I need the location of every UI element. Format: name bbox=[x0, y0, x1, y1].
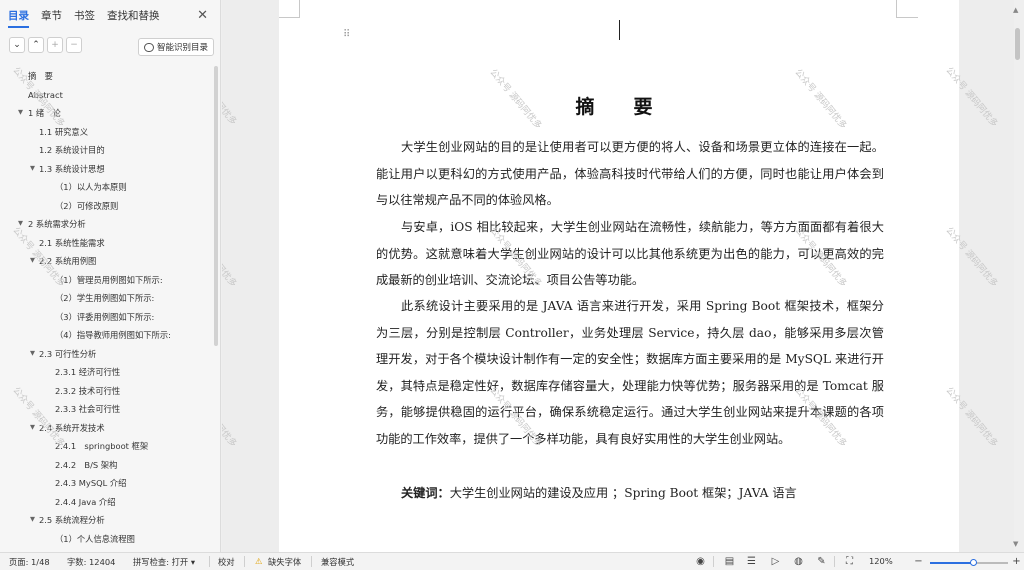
fit-page-icon[interactable]: ⛶ bbox=[843, 555, 856, 568]
toc-item[interactable]: （1）个人信息流程图 bbox=[55, 532, 135, 546]
toc-item[interactable]: 2.3.1 经济可行性 bbox=[55, 365, 120, 379]
margin-mark-left bbox=[299, 0, 300, 18]
page-title: 摘 要 bbox=[575, 96, 663, 118]
toc-item[interactable]: 2.1 系统性能需求 bbox=[39, 236, 105, 250]
toc-item[interactable]: 2.3.3 社会可行性 bbox=[55, 402, 120, 416]
divider bbox=[834, 556, 835, 567]
plus-icon[interactable]: + bbox=[47, 37, 63, 53]
toc-item[interactable]: 1.2 系统设计目的 bbox=[39, 143, 105, 157]
compat-mode-label: 兼容模式 bbox=[321, 557, 355, 567]
abstract-paragraph-2: 与安卓，iOS 相比较起来，大学生创业网站在流畅性，续航能力，等方方面面都有着很… bbox=[376, 220, 884, 288]
pen-icon[interactable]: ✎ bbox=[815, 555, 828, 568]
watermark-text: 公众号 源码阿优多 bbox=[222, 226, 239, 290]
sidebar-tabs: 目录 章节 书签 查找和替换 bbox=[0, 0, 220, 30]
toc-item[interactable]: （2）学生用例图如下所示: bbox=[55, 291, 154, 305]
outline-view-icon[interactable]: ☰ bbox=[745, 555, 758, 568]
watermark-text: 公众号 源码阿优多 bbox=[222, 386, 239, 450]
chevron-down-icon[interactable]: ⌄ bbox=[9, 37, 25, 53]
toc-item[interactable]: 2.5 系统流程分析 bbox=[39, 513, 105, 527]
close-icon[interactable]: ✕ bbox=[197, 8, 208, 23]
globe-icon[interactable]: ◍ bbox=[792, 555, 805, 568]
play-icon[interactable]: ▷ bbox=[769, 555, 782, 568]
zoom-in-icon[interactable]: + bbox=[1010, 555, 1023, 568]
divider bbox=[244, 556, 245, 567]
margin-mark-right-h bbox=[896, 17, 918, 18]
expand-caret-icon[interactable]: ▼ bbox=[30, 164, 35, 172]
toc-item[interactable]: （1）以人为本原则 bbox=[55, 180, 127, 194]
zoom-slider[interactable] bbox=[930, 559, 1008, 566]
spell-check-toggle[interactable]: 拼写检查: 打开 ▾ bbox=[133, 556, 195, 568]
missing-font-button[interactable]: 缺失字体 bbox=[268, 556, 301, 568]
zoom-slider-knob[interactable] bbox=[969, 559, 977, 566]
page-count[interactable]: 页面: 1/48 bbox=[9, 556, 50, 568]
margin-mark-right bbox=[896, 0, 897, 18]
margin-mark-left-h bbox=[279, 17, 300, 18]
text-cursor bbox=[619, 20, 620, 40]
document-scrollbar[interactable] bbox=[1015, 28, 1020, 60]
word-count[interactable]: 字数: 12404 bbox=[67, 556, 115, 568]
smart-recognize-icon bbox=[144, 42, 154, 52]
zoom-level[interactable]: 120% bbox=[869, 556, 893, 566]
minus-icon[interactable]: − bbox=[66, 37, 82, 53]
toc-item[interactable]: （4）指导教师用例图如下所示: bbox=[55, 328, 171, 342]
tab-find-replace[interactable]: 查找和替换 bbox=[107, 8, 160, 23]
toc-item[interactable]: （3）评委用例图如下所示: bbox=[55, 310, 154, 324]
chevron-up-icon[interactable]: ⌃ bbox=[28, 37, 44, 53]
document-area: ⠿ 摘 要 大学生创业网站的目的是让使用者可以更方便的将人、设备和场景更立体的连… bbox=[222, 0, 1014, 552]
abstract-paragraph-3: 此系统设计主要采用的是 JAVA 语言来进行开发，采用 Spring Boot … bbox=[376, 299, 884, 446]
toc-item[interactable]: 2.3 可行性分析 bbox=[39, 347, 96, 361]
drag-handle-icon[interactable]: ⠿ bbox=[343, 29, 350, 40]
abstract-paragraph-1: 大学生创业网站的目的是让使用者可以更方便的将人、设备和场景更立体的连接在一起。能… bbox=[376, 140, 884, 208]
toc-item[interactable]: （1）管理员用例图如下所示: bbox=[55, 273, 163, 287]
expand-caret-icon[interactable]: ▼ bbox=[30, 423, 35, 431]
divider bbox=[209, 556, 210, 567]
tab-bookmarks[interactable]: 书签 bbox=[74, 8, 95, 23]
smart-toc-button[interactable]: 智能识别目录 bbox=[138, 38, 215, 56]
scroll-up-icon[interactable]: ▲ bbox=[1013, 6, 1018, 14]
document-page[interactable]: ⠿ 摘 要 大学生创业网站的目的是让使用者可以更方便的将人、设备和场景更立体的连… bbox=[222, 0, 959, 552]
toc-item[interactable]: 1.1 研究意义 bbox=[39, 125, 88, 139]
status-bar: 页面: 1/48 字数: 12404 拼写检查: 打开 ▾ 校对 ⚠ 缺失字体 … bbox=[0, 552, 1024, 570]
toc-item[interactable]: 2.4.1 springboot 框架 bbox=[55, 439, 148, 453]
divider bbox=[713, 556, 714, 567]
keywords-line: 关键词：大学生创业网站的建设及应用 ；Spring Boot 框架；JAVA 语… bbox=[376, 480, 884, 507]
proofread-button[interactable]: 校对 bbox=[218, 556, 235, 568]
zoom-slider-fill bbox=[930, 562, 973, 564]
expand-caret-icon[interactable]: ▼ bbox=[18, 108, 23, 116]
tab-toc[interactable]: 目录 bbox=[8, 8, 29, 28]
keywords-label: 关键词： bbox=[401, 486, 450, 500]
toc-item[interactable]: 2.4.4 Java 介绍 bbox=[55, 495, 116, 509]
toc-item[interactable]: 2 系统需求分析 bbox=[28, 217, 86, 231]
expand-caret-icon[interactable]: ▼ bbox=[30, 349, 35, 357]
page-view-icon[interactable]: ▤ bbox=[723, 555, 736, 568]
toc-item[interactable]: 2.4.2 B/S 架构 bbox=[55, 458, 117, 472]
sidebar-scrollbar[interactable] bbox=[214, 66, 218, 346]
toc-item[interactable]: 2.3.2 技术可行性 bbox=[55, 384, 120, 398]
toc-item[interactable]: 2.4.3 MySQL 介绍 bbox=[55, 476, 126, 490]
divider bbox=[311, 556, 312, 567]
zoom-out-icon[interactable]: − bbox=[912, 555, 925, 568]
toc-list: 摘 要 Abstract ▼ 1 绪 论 1.1 研究意义 1.2 系统设计目的 ▼ 1.3 … bbox=[0, 66, 214, 552]
expand-caret-icon[interactable]: ▼ bbox=[30, 515, 35, 523]
eye-icon[interactable]: ◉ bbox=[694, 555, 707, 568]
watermark-text: 公众号 源码阿优多 bbox=[222, 64, 239, 128]
toc-item[interactable]: 1.3 系统设计思想 bbox=[39, 162, 105, 176]
scroll-down-icon[interactable]: ▼ bbox=[1013, 540, 1018, 548]
smart-toc-label: 智能识别目录 bbox=[157, 43, 209, 53]
keywords-text: 大学生创业网站的建设及应用 ；Spring Boot 框架；JAVA 语言 bbox=[449, 486, 797, 500]
warning-icon: ⚠ bbox=[255, 556, 263, 566]
tab-chapters[interactable]: 章节 bbox=[41, 8, 62, 23]
toc-item[interactable]: （2）可修改原则 bbox=[55, 199, 118, 213]
